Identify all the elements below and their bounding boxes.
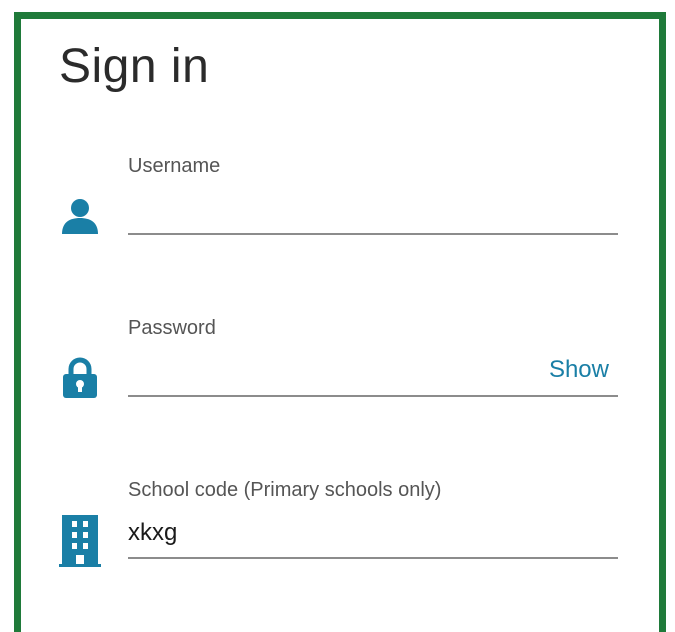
show-password-link[interactable]: Show xyxy=(549,356,609,384)
sign-in-card: Sign in Username Password Show School co… xyxy=(14,12,666,632)
page-title: Sign in xyxy=(59,40,210,93)
password-label: Password xyxy=(128,317,216,339)
lock-icon xyxy=(59,357,101,399)
school-code-field-group: School code (Primary schools only) xyxy=(21,479,659,589)
school-code-label: School code (Primary schools only) xyxy=(128,479,442,501)
building-icon xyxy=(59,515,101,567)
user-icon xyxy=(59,195,101,237)
password-field-group: Password Show xyxy=(21,317,659,427)
username-input[interactable] xyxy=(128,185,618,235)
password-input[interactable] xyxy=(128,347,618,397)
school-code-input[interactable] xyxy=(128,509,618,559)
username-label: Username xyxy=(128,155,221,177)
username-field-group: Username xyxy=(21,155,659,265)
